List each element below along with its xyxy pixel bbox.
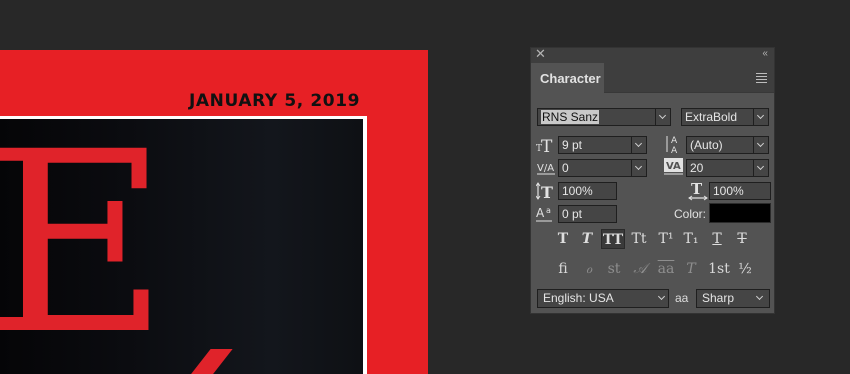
stylistic-alternates-button[interactable]: aa [655, 259, 677, 279]
small-caps-button[interactable]: Tt [628, 229, 650, 249]
font-size-icon: TT [536, 136, 554, 157]
faux-italic-button[interactable]: T [576, 229, 598, 249]
font-family-dropdown[interactable] [655, 108, 671, 126]
underline-button[interactable]: T [706, 229, 728, 249]
leading-icon: AA [665, 134, 683, 156]
collapse-icon[interactable]: ‹‹ [762, 48, 768, 59]
headline-letter-tail [179, 349, 233, 374]
tracking-field[interactable]: 20 [686, 159, 761, 177]
discretionary-ligatures-button[interactable]: ℴ [578, 259, 600, 279]
kerning-field[interactable]: 0 [558, 159, 633, 177]
svg-text:T: T [541, 137, 553, 154]
ligatures-button[interactable]: fi [552, 259, 574, 279]
kerning-dropdown[interactable] [631, 159, 647, 177]
antialias-icon: aa [675, 291, 689, 305]
subscript-button[interactable]: T₁ [680, 229, 702, 249]
tracking-icon: VA [664, 158, 684, 178]
vertical-scale-field[interactable]: 100% [558, 182, 617, 200]
font-family-value: RNS Sanz [541, 110, 600, 124]
headline-letter[interactable]: E [0, 119, 169, 369]
language-select[interactable]: English: USA [537, 289, 669, 308]
superscript-button[interactable]: T¹ [655, 229, 677, 249]
date-text[interactable]: JANUARY 5, 2019 [189, 91, 360, 111]
tab-character[interactable]: Character [531, 63, 604, 94]
tracking-dropdown[interactable] [753, 159, 769, 177]
horizontal-scale-field[interactable]: 100% [709, 182, 771, 200]
antialias-dropdown[interactable] [753, 290, 769, 308]
baseline-shift-field[interactable]: 0 pt [558, 205, 617, 223]
photo-image[interactable]: E [0, 119, 363, 374]
svg-text:VA: VA [666, 161, 681, 172]
svg-text:A: A [671, 136, 678, 146]
hamburger-menu-icon[interactable] [756, 73, 767, 85]
svg-text:a: a [546, 206, 551, 215]
baseline-shift-icon: Aa [536, 205, 554, 225]
ordinals-button[interactable]: 1st [706, 259, 732, 279]
panel-titlebar[interactable]: ✕ ‹‹ [531, 46, 774, 63]
oldstyle-button[interactable]: st [603, 259, 625, 279]
titling-button[interactable]: T [680, 259, 702, 279]
artboard[interactable]: JANUARY 5, 2019 E [0, 50, 428, 374]
close-icon[interactable]: ✕ [535, 46, 546, 62]
svg-text:A: A [536, 206, 545, 220]
font-family-field[interactable]: RNS Sanz [537, 108, 657, 126]
panel-tabbar: Character [531, 63, 774, 94]
font-style-dropdown[interactable] [753, 108, 769, 126]
svg-text:A: A [671, 146, 678, 154]
photo-frame: E [0, 116, 367, 374]
color-swatch[interactable] [709, 203, 771, 223]
color-label: Color: [674, 207, 707, 221]
svg-text:T: T [541, 183, 553, 200]
vertical-scale-icon: T [535, 182, 554, 202]
fractions-button[interactable]: ½ [734, 259, 756, 279]
kerning-icon: V/A [537, 160, 557, 178]
swash-button[interactable]: 𝒜 [629, 259, 651, 279]
leading-field[interactable]: (Auto) [686, 136, 761, 154]
font-style-field[interactable]: ExtraBold [681, 108, 761, 126]
svg-text:T: T [691, 181, 703, 198]
font-size-dropdown[interactable] [631, 136, 647, 154]
character-panel: ✕ ‹‹ Character RNS Sanz ExtraBold TT 9 p… [530, 46, 775, 314]
faux-bold-button[interactable]: T [552, 229, 574, 249]
horizontal-scale-icon: T [688, 180, 708, 203]
language-dropdown[interactable] [655, 290, 671, 308]
svg-text:V/A: V/A [537, 163, 554, 174]
all-caps-button[interactable]: TT [601, 229, 625, 249]
leading-dropdown[interactable] [753, 136, 769, 154]
strikethrough-button[interactable]: T [731, 229, 753, 249]
font-size-field[interactable]: 9 pt [558, 136, 633, 154]
